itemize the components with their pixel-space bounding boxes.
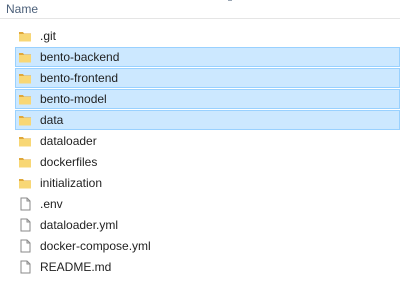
file-name: initialization [40, 176, 103, 190]
folder-icon [18, 50, 32, 64]
folder-icon [18, 176, 32, 190]
file-icon [18, 239, 32, 253]
file-row[interactable]: dataloader [15, 131, 400, 151]
file-row[interactable]: initialization [15, 173, 400, 193]
file-name: README.md [40, 260, 112, 274]
file-name: docker-compose.yml [40, 239, 151, 253]
file-icon [18, 218, 32, 232]
file-row[interactable]: dockerfiles [15, 152, 400, 172]
file-name: bento-frontend [40, 71, 119, 85]
file-name: .git [40, 29, 57, 43]
file-name: dataloader [40, 134, 97, 148]
file-name: dockerfiles [40, 155, 98, 169]
file-name: dataloader.yml [40, 218, 119, 232]
file-icon [18, 197, 32, 211]
file-name: bento-model [40, 92, 107, 106]
column-header: Name [0, 0, 400, 19]
file-row[interactable]: bento-frontend [15, 68, 400, 88]
file-row[interactable]: data [15, 110, 400, 130]
file-row[interactable]: bento-model [15, 89, 400, 109]
folder-icon [18, 92, 32, 106]
file-row[interactable]: .env [15, 194, 400, 214]
file-row[interactable]: docker-compose.yml [15, 236, 400, 256]
folder-icon [18, 71, 32, 85]
file-row[interactable]: .git [15, 26, 400, 46]
file-row[interactable]: bento-backend [15, 47, 400, 67]
sort-caret-icon [228, 0, 232, 3]
file-row[interactable]: README.md [15, 257, 400, 277]
folder-icon [18, 29, 32, 43]
file-icon [18, 260, 32, 274]
folder-icon [18, 134, 32, 148]
name-column-header[interactable]: Name [6, 2, 38, 16]
file-name: data [40, 113, 64, 127]
file-name: .env [40, 197, 63, 211]
file-name: bento-backend [40, 50, 120, 64]
folder-icon [18, 155, 32, 169]
file-row[interactable]: dataloader.yml [15, 215, 400, 235]
folder-icon [18, 113, 32, 127]
